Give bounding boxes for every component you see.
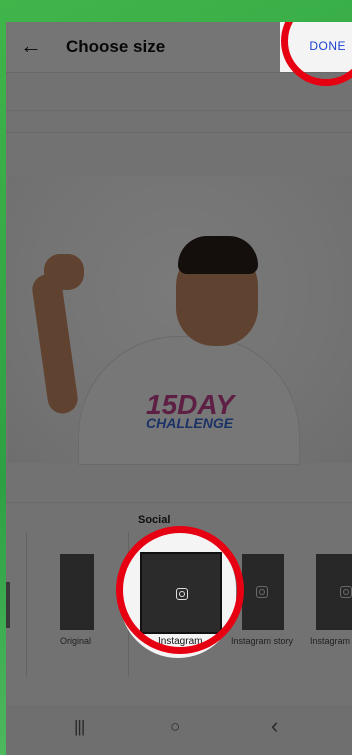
size-option-instagram-story[interactable] — [242, 554, 284, 630]
app-screen: ← Choose size DONE 15DAY CHALLENGE Socia… — [6, 22, 352, 755]
size-label-instagram-2: Instagram — [310, 636, 351, 646]
instagram-icon — [340, 586, 352, 598]
instagram-icon — [256, 586, 268, 598]
section-label-social: Social — [138, 514, 171, 526]
photo-subject-hair — [178, 236, 258, 274]
size-option-partial[interactable] — [6, 582, 10, 628]
nav-back-icon[interactable]: ‹ — [271, 713, 278, 739]
photo-preview: 15DAY CHALLENGE — [8, 176, 352, 465]
shirt-logo: 15DAY CHALLENGE — [146, 391, 234, 431]
divider — [6, 110, 352, 111]
shirt-logo-line2: CHALLENGE — [146, 415, 234, 431]
size-label-original: Original — [60, 636, 92, 646]
recent-apps-icon[interactable]: ||| — [74, 717, 85, 737]
size-option-instagram-2[interactable] — [316, 554, 352, 630]
system-nav-bar: ||| ○ ‹ — [6, 705, 352, 755]
highlight-ring-done — [281, 22, 352, 86]
size-label-instagram-story: Instagram story — [231, 636, 294, 646]
divider — [6, 132, 352, 133]
arrow-left-icon[interactable]: ← — [20, 34, 42, 58]
strip-separator — [26, 532, 27, 677]
home-icon[interactable]: ○ — [170, 717, 180, 737]
photo-subject-thumb — [44, 254, 84, 290]
divider — [6, 502, 352, 503]
highlight-ring-instagram — [116, 526, 244, 654]
size-option-original[interactable] — [60, 554, 94, 630]
photo-subject-arm — [30, 272, 80, 416]
page-title: Choose size — [66, 37, 166, 56]
